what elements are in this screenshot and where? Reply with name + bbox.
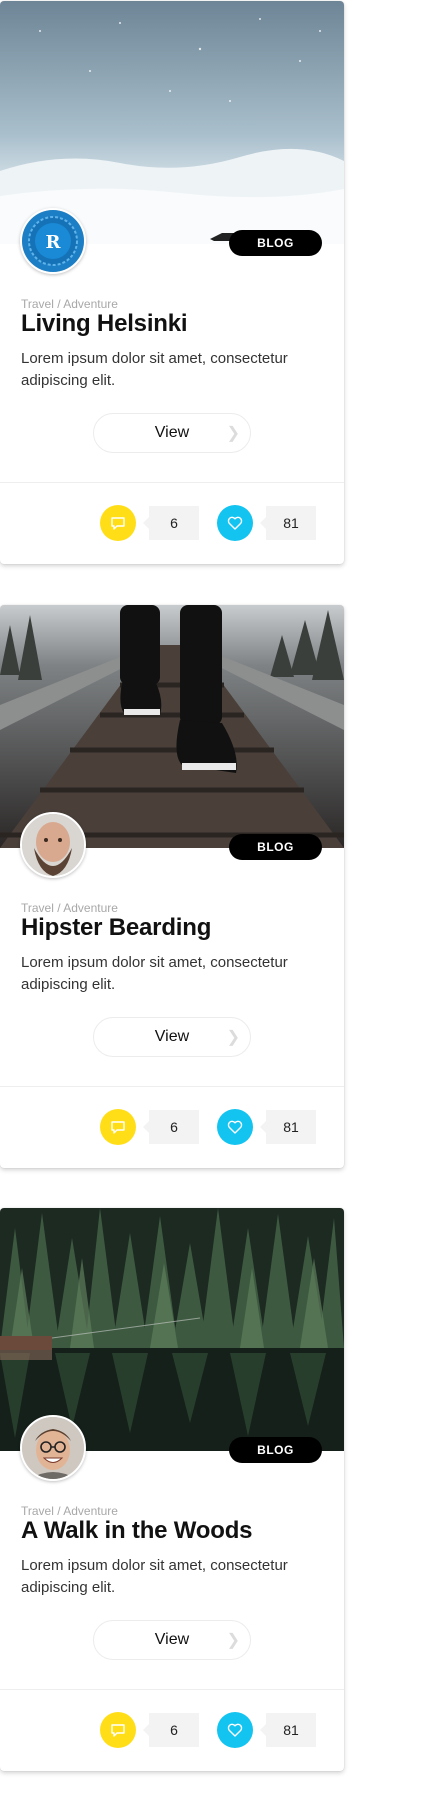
- author-avatar[interactable]: [20, 1415, 86, 1481]
- comment-count: 6: [143, 1713, 199, 1747]
- blog-badge: BLOG: [229, 230, 322, 256]
- blog-badge: BLOG: [229, 1437, 322, 1463]
- comment-count: 6: [143, 506, 199, 540]
- card-title: A Walk in the Woods: [21, 1517, 253, 1544]
- card-category: Travel / Adventure: [21, 1504, 118, 1518]
- view-button[interactable]: View ❯: [93, 1017, 251, 1057]
- like-count: 81: [260, 506, 316, 540]
- like-count: 81: [260, 1110, 316, 1144]
- author-avatar[interactable]: [20, 812, 86, 878]
- svg-text:R: R: [46, 232, 62, 253]
- blog-card: BLOG Travel / Adventure Hipster Bearding…: [0, 605, 344, 1168]
- heart-icon[interactable]: [217, 505, 253, 541]
- speech-bubble-icon[interactable]: [100, 505, 136, 541]
- blog-card: R BLOG Travel / Adventure Living Helsink…: [0, 1, 344, 564]
- card-description: Lorem ipsum dolor sit amet, consectetur …: [21, 954, 288, 993]
- card-divider: [0, 482, 344, 483]
- card-title: Hipster Bearding: [21, 914, 212, 941]
- view-button[interactable]: View ❯: [93, 413, 251, 453]
- heart-icon[interactable]: [217, 1712, 253, 1748]
- card-description: Lorem ipsum dolor sit amet, consectetur …: [21, 350, 288, 389]
- card-divider: [0, 1689, 344, 1690]
- card-category: Travel / Adventure: [21, 901, 118, 915]
- blog-card: BLOG Travel / Adventure A Walk in the Wo…: [0, 1208, 344, 1771]
- card-title: Living Helsinki: [21, 310, 188, 337]
- card-divider: [0, 1086, 344, 1087]
- chevron-right-icon: ❯: [226, 1632, 240, 1649]
- card-category: Travel / Adventure: [21, 297, 118, 311]
- author-avatar[interactable]: R: [20, 208, 86, 274]
- heart-icon[interactable]: [217, 1109, 253, 1145]
- card-description: Lorem ipsum dolor sit amet, consectetur …: [21, 1557, 288, 1596]
- speech-bubble-icon[interactable]: [100, 1109, 136, 1145]
- like-count: 81: [260, 1713, 316, 1747]
- comment-count: 6: [143, 1110, 199, 1144]
- speech-bubble-icon[interactable]: [100, 1712, 136, 1748]
- blog-badge: BLOG: [229, 834, 322, 860]
- view-button[interactable]: View ❯: [93, 1620, 251, 1660]
- chevron-right-icon: ❯: [226, 1029, 240, 1046]
- chevron-right-icon: ❯: [226, 425, 240, 442]
